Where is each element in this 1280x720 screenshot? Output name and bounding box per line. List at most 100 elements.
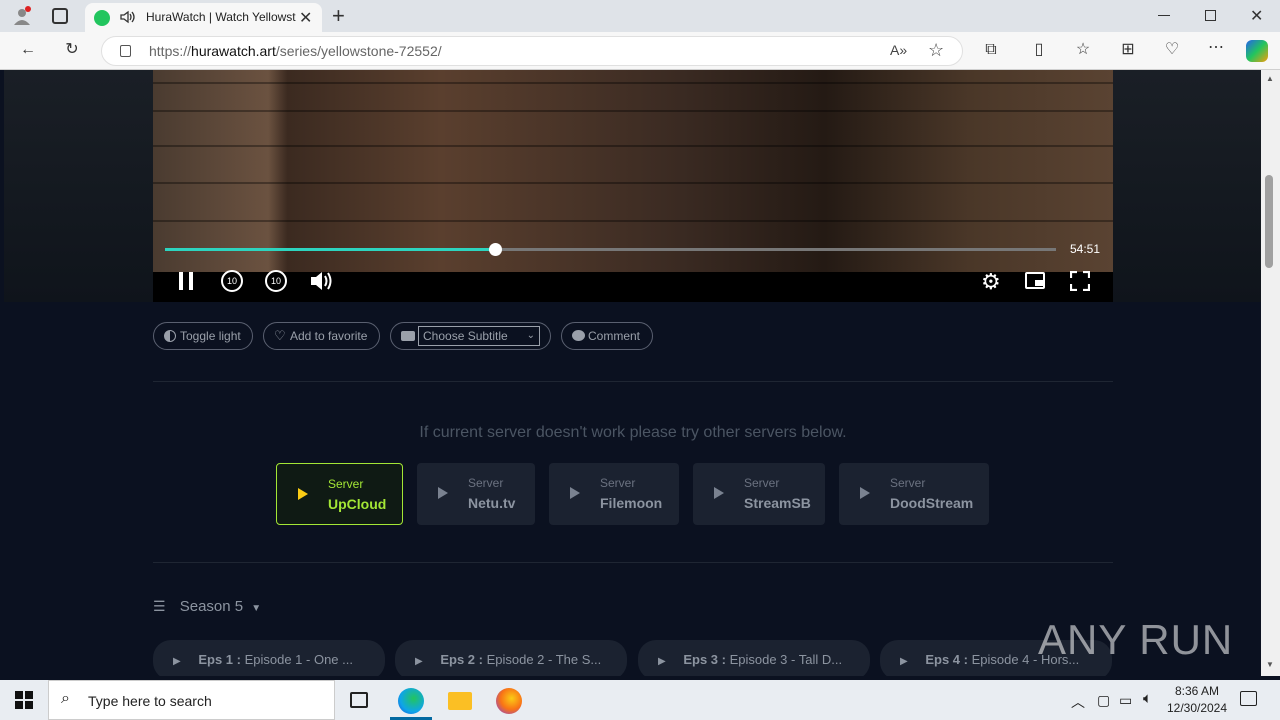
server-filemoon[interactable]: Server Filemoon <box>549 463 679 525</box>
play-icon: ▶ <box>415 656 423 667</box>
episode-title: Episode 3 - Tall D... <box>729 652 843 667</box>
clock[interactable]: 8:36 AM 12/30/2024 <box>1164 683 1230 717</box>
comment-icon <box>572 330 585 341</box>
page-scrollbar[interactable]: ▲ ▼ <box>1261 70 1280 676</box>
url-domain: hurawatch.art <box>191 43 276 59</box>
favorites-icon[interactable]: ☆ <box>1073 40 1093 60</box>
back-icon[interactable]: ← <box>18 40 38 60</box>
more-icon[interactable]: ⋯ <box>1206 38 1226 58</box>
settings-gear-icon[interactable]: ⚙ <box>981 269 1001 295</box>
scroll-down-icon[interactable]: ▼ <box>1266 660 1274 669</box>
speaker-icon[interactable]: 🔈︎ <box>1143 690 1152 707</box>
server-notice: If current server doesn't work please tr… <box>419 424 847 441</box>
season-selector[interactable]: ☰ Season 5 ▼ <box>153 598 261 618</box>
rewind-10-icon[interactable]: 10 <box>221 270 243 292</box>
progress-fill <box>165 248 495 251</box>
firefox-icon[interactable] <box>496 688 522 714</box>
audio-playing-icon[interactable] <box>119 8 137 31</box>
extensions-icon[interactable]: ⧉ <box>981 40 1001 60</box>
copilot-icon[interactable] <box>1246 40 1268 62</box>
episode-item[interactable]: ▶ Eps 2 : Episode 2 - The S... <box>395 640 627 676</box>
address-row: ← ↻ https://hurawatch.art/series/yellows… <box>0 32 1280 70</box>
server-label: Server <box>890 476 926 490</box>
divider <box>153 562 1113 563</box>
lock-icon <box>120 45 131 57</box>
volume-icon[interactable] <box>309 270 333 297</box>
network-icon[interactable]: ▭ <box>1119 692 1132 709</box>
tray-device-icon[interactable]: ▢ <box>1097 692 1110 709</box>
minimize-icon[interactable] <box>1158 15 1170 16</box>
close-tab-icon[interactable]: ✕ <box>299 8 312 28</box>
split-screen-icon[interactable]: ▯ <box>1029 40 1049 60</box>
player-controls: 10 10 ⚙ <box>153 269 1113 302</box>
server-label: Server <box>600 476 636 490</box>
tab-actions-icon[interactable] <box>52 8 68 24</box>
subtitle-box: Choose Subtitle ⌄ <box>390 322 551 350</box>
site-favicon-icon <box>94 10 110 26</box>
server-upcloud[interactable]: Server UpCloud <box>276 463 403 525</box>
url-path: /series/yellowstone-72552/ <box>275 43 442 59</box>
pause-icon[interactable] <box>179 272 195 290</box>
favorite-star-icon[interactable]: ☆ <box>928 40 944 61</box>
episode-item[interactable]: ▶ Eps 3 : Episode 3 - Tall D... <box>638 640 870 676</box>
subtitle-select[interactable]: Choose Subtitle ⌄ <box>418 326 540 346</box>
browser-essentials-icon[interactable]: ♡ <box>1162 40 1182 60</box>
play-icon <box>438 487 448 499</box>
new-tab-button[interactable]: + <box>332 3 345 29</box>
file-explorer-icon[interactable] <box>448 692 472 710</box>
task-view-icon[interactable] <box>350 692 368 708</box>
server-streamsb[interactable]: Server StreamSB <box>693 463 825 525</box>
clock-date: 12/30/2024 <box>1166 701 1228 715</box>
tray-chevron-icon[interactable]: ︿ <box>1071 692 1085 712</box>
episode-number: Eps 3 : <box>683 652 726 667</box>
server-netu[interactable]: Server Netu.tv <box>417 463 535 525</box>
episode-number: Eps 2 : <box>440 652 483 667</box>
read-aloud-icon[interactable]: A» <box>890 42 907 58</box>
progress-knob[interactable] <box>488 243 502 256</box>
restore-icon[interactable] <box>1205 10 1216 21</box>
play-icon: ▶ <box>658 656 666 667</box>
play-icon <box>570 487 580 499</box>
refresh-icon[interactable]: ↻ <box>62 40 82 60</box>
collections-icon[interactable]: ⊞ <box>1118 40 1138 60</box>
windows-start-icon[interactable] <box>15 691 33 709</box>
notifications-icon[interactable] <box>1240 691 1257 706</box>
edge-taskbar-icon[interactable] <box>398 688 424 714</box>
half-circle-icon <box>164 330 176 342</box>
comment-label: Comment <box>588 329 641 343</box>
server-name: Filemoon <box>600 495 663 511</box>
clock-time: 8:36 AM <box>1174 684 1220 698</box>
toggle-light-button[interactable]: Toggle light <box>153 322 253 350</box>
close-window-icon[interactable]: ✕ <box>1250 6 1263 26</box>
server-name: UpCloud <box>328 496 387 512</box>
episode-title: Episode 2 - The S... <box>486 652 602 667</box>
play-icon <box>298 488 308 500</box>
scroll-up-icon[interactable]: ▲ <box>1266 74 1274 83</box>
heart-icon: ♡ <box>274 328 286 343</box>
url-text: https://hurawatch.art/series/yellowstone… <box>149 43 442 59</box>
video-frame[interactable]: 54:51 <box>153 70 1113 272</box>
server-name: Netu.tv <box>468 495 516 511</box>
server-name: DoodStream <box>890 495 974 511</box>
add-favorite-button[interactable]: ♡ Add to favorite <box>263 322 380 350</box>
toggle-light-label: Toggle light <box>180 329 241 343</box>
picture-in-picture-icon[interactable] <box>1025 272 1045 289</box>
play-icon: ▶ <box>900 656 908 667</box>
episode-title: Episode 1 - One ... <box>244 652 353 667</box>
anyrun-watermark: ANY RUN <box>1038 616 1234 663</box>
server-name: StreamSB <box>744 495 811 511</box>
forward-10-icon[interactable]: 10 <box>265 270 287 292</box>
episode-number: Eps 1 : <box>198 652 241 667</box>
server-doodstream[interactable]: Server DoodStream <box>839 463 989 525</box>
search-icon: ⌕ <box>61 690 70 707</box>
url-bar[interactable]: https://hurawatch.art/series/yellowstone… <box>101 36 963 66</box>
fullscreen-icon[interactable] <box>1069 270 1091 296</box>
active-tab[interactable]: HuraWatch | Watch Yellowst ✕ <box>85 3 322 32</box>
page-content: 54:51 10 10 ⚙ Toggle light ♡ Add to favo… <box>4 70 1261 676</box>
taskbar-search[interactable]: ⌕ Type here to search <box>48 680 335 720</box>
comment-button[interactable]: Comment <box>561 322 653 350</box>
profile-icon[interactable] <box>12 6 32 26</box>
scroll-thumb[interactable] <box>1265 175 1273 268</box>
episode-item[interactable]: ▶ Eps 1 : Episode 1 - One ... <box>153 640 385 676</box>
season-label: Season 5 <box>179 598 244 615</box>
